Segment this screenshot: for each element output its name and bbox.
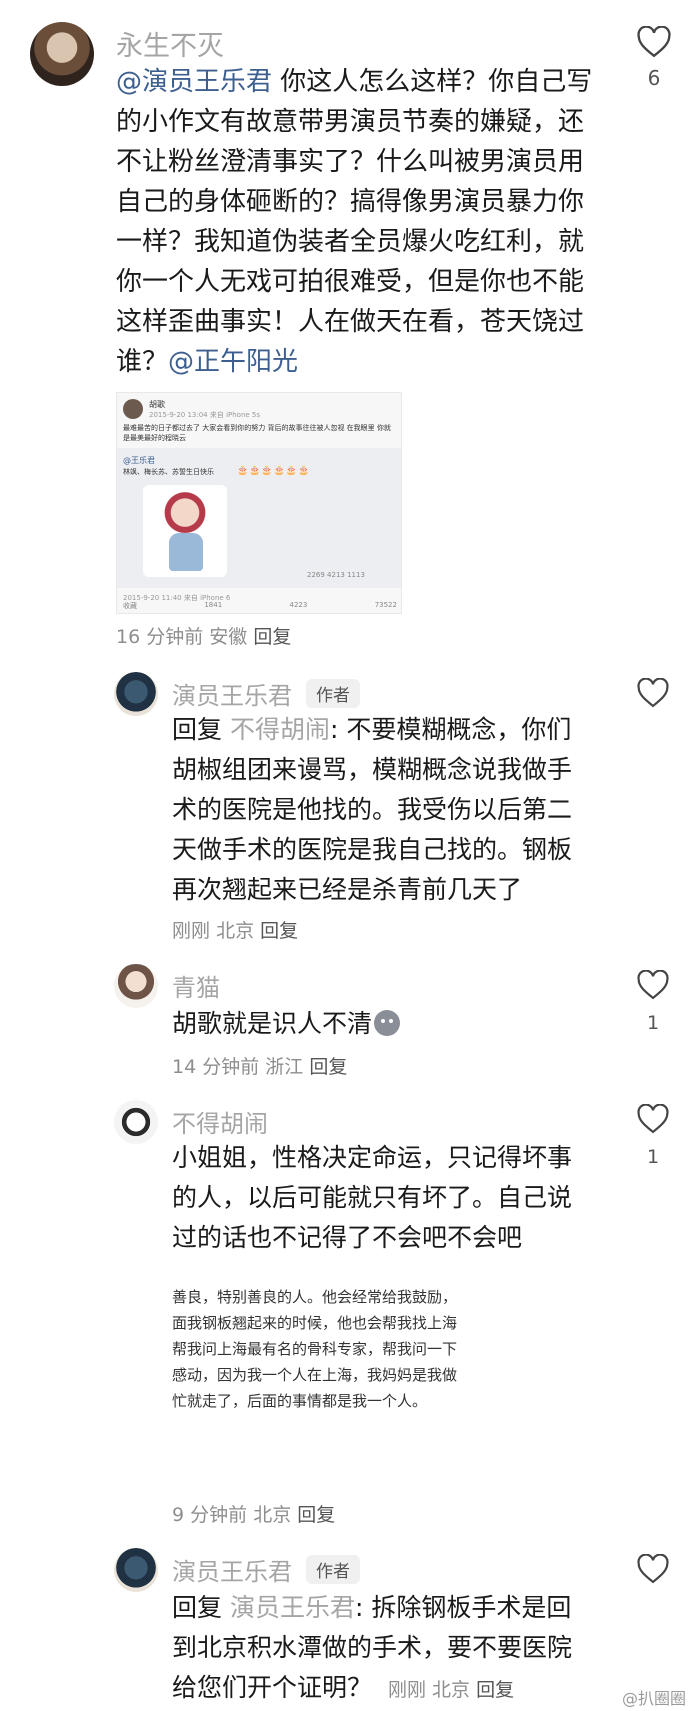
avatar[interactable] <box>114 1548 158 1592</box>
username-link[interactable]: 演员王乐君 <box>172 682 292 710</box>
screenshot-stat: 1841 <box>204 601 223 609</box>
reply-text: 回复 演员王乐君: 拆除钢板手术是回到北京积水潭做的手术，要不要医院给您们开个证… <box>172 1588 592 1710</box>
comment-time: 16 分钟前 <box>116 626 204 648</box>
reply-button[interactable]: 回复 <box>260 920 298 942</box>
image-text-line: 帮我问上海最有名的骨科专家，帮我问一下 <box>172 1340 458 1358</box>
like-count: 1 <box>646 1012 660 1034</box>
screenshot-time: 2015-9-20 13:04 来自 iPhone 5s <box>149 411 261 419</box>
reply-username: 演员王乐君 作者 <box>172 676 360 711</box>
heart-icon[interactable] <box>636 1104 670 1134</box>
screenshot-stat: 收藏 <box>123 602 137 610</box>
reply-username: 演员王乐君 作者 <box>172 1552 360 1587</box>
reply-time: 刚刚 <box>387 1679 426 1701</box>
image-text-line: 感动，因为我一个人在上海，我妈妈是我做 <box>172 1366 458 1384</box>
reply-time: 刚刚 <box>172 920 211 942</box>
like-count: 6 <box>647 66 661 90</box>
reply-meta: 刚刚 北京 回复 <box>388 1679 514 1701</box>
mention-link[interactable]: @演员王乐君 <box>116 67 272 97</box>
avatar[interactable] <box>114 1100 158 1144</box>
reply-time: 14 分钟前 <box>172 1056 260 1078</box>
screenshot-stat: 73522 <box>374 601 397 609</box>
screenshot-quote-stats: 2269 4213 1113 <box>307 571 365 579</box>
cartoon-figure-image <box>143 485 227 577</box>
reply-target-link[interactable]: 演员王乐君 <box>230 1593 355 1622</box>
reply-time: 9 分钟前 <box>172 1504 248 1526</box>
screenshot-quote-name: @王乐君 <box>123 456 155 465</box>
author-badge: 作者 <box>306 679 360 708</box>
screenshot-name: 胡歌 <box>149 400 165 409</box>
reply-text: 胡歌就是识人不清 <box>172 1004 592 1044</box>
screenshot-body: 最难最苦的日子都过去了 大家会看到你的努力 背后的故事往往被人忽视 在我眼里 你… <box>123 424 391 442</box>
screenshot-stat: 4223 <box>289 601 308 609</box>
image-text-line: 忙就走了，后面的事情都是我一个人。 <box>172 1392 428 1410</box>
reply-target-link[interactable]: 不得胡闹 <box>230 715 330 744</box>
heart-icon[interactable] <box>636 678 670 708</box>
reply-location: 北京 <box>253 1504 292 1526</box>
avatar[interactable] <box>114 964 158 1008</box>
reply-button[interactable]: 回复 <box>253 626 291 648</box>
reply-username[interactable]: 青猫 <box>172 968 220 1003</box>
screenshot-avatar <box>123 399 143 419</box>
heart-icon[interactable] <box>636 26 672 58</box>
screenshot-emojis: 🎂🎂🎂🎂🎂🎂 <box>237 466 311 476</box>
heart-icon[interactable] <box>636 1554 670 1584</box>
reply-button[interactable]: 回复 <box>297 1504 335 1526</box>
image-text-line: 面我钢板翘起来的时候，他也会帮我找上海 <box>172 1314 458 1332</box>
heart-icon[interactable] <box>636 970 670 1000</box>
reply-body: 胡歌就是识人不清 <box>172 1009 373 1038</box>
username-link[interactable]: 演员王乐君 <box>172 1558 292 1586</box>
author-badge: 作者 <box>306 1555 360 1584</box>
comment-body: 你这人怎么这样？你自己写的小作文有故意带男演员节奏的嫌疑，还不让粉丝澄清事实了？… <box>116 67 593 377</box>
reply-username[interactable]: 不得胡闹 <box>172 1104 268 1139</box>
reply-prefix: 回复 <box>172 1593 223 1622</box>
screenshot-quote-text: 林飒、梅长苏、苏誓生日快乐 <box>123 468 214 476</box>
watermark: @扒圈圈 <box>621 1689 686 1708</box>
comment-page: 永生不灭 @演员王乐君 你这人怎么这样？你自己写的小作文有故意带男演员节奏的嫌疑… <box>0 0 700 1711</box>
attached-text-image[interactable]: 善良，特别善良的人。他会经常给我鼓励， 面我钢板翘起来的时候，他也会帮我找上海 … <box>172 1280 462 1412</box>
avatar[interactable] <box>30 22 94 86</box>
comment-location: 安徽 <box>209 626 248 648</box>
screenshot-foot-stats: 收藏 1841 4223 73522 <box>123 601 397 611</box>
reply-meta: 14 分钟前 浙江 回复 <box>172 1052 347 1079</box>
reply-location: 北京 <box>432 1679 471 1701</box>
like-count: 1 <box>646 1146 660 1168</box>
reply-text: 小姐姐，性格决定命运，只记得坏事的人，以后可能就只有坏了。自己说过的话也不记得了… <box>172 1143 573 1252</box>
reply-prefix: 回复 <box>172 715 223 744</box>
reply-button[interactable]: 回复 <box>476 1679 514 1701</box>
avatar[interactable] <box>114 672 158 716</box>
comment-text: @演员王乐君 你这人怎么这样？你自己写的小作文有故意带男演员节奏的嫌疑，还不让粉… <box>116 62 606 382</box>
reply-button[interactable]: 回复 <box>309 1056 347 1078</box>
comment-username[interactable]: 永生不灭 <box>116 24 224 63</box>
reply-location: 北京 <box>216 920 255 942</box>
reply-location: 浙江 <box>265 1056 304 1078</box>
mention-link[interactable]: @正午阳光 <box>168 347 298 377</box>
reply-meta: 刚刚 北京 回复 <box>172 916 298 943</box>
reply-meta: 9 分钟前 北京 回复 <box>172 1500 335 1527</box>
comment-meta: 16 分钟前 安徽 回复 <box>116 622 291 649</box>
sad-face-icon <box>374 1010 401 1036</box>
attached-screenshot[interactable]: 胡歌 2015-9-20 13:04 来自 iPhone 5s 最难最苦的日子都… <box>116 392 402 614</box>
reply-text: 回复 不得胡闹: 不要模糊概念，你们胡椒组团来谩骂，模糊概念说我做手术的医院是他… <box>172 710 592 910</box>
image-text-line: 善良，特别善良的人。他会经常给我鼓励， <box>172 1288 458 1306</box>
